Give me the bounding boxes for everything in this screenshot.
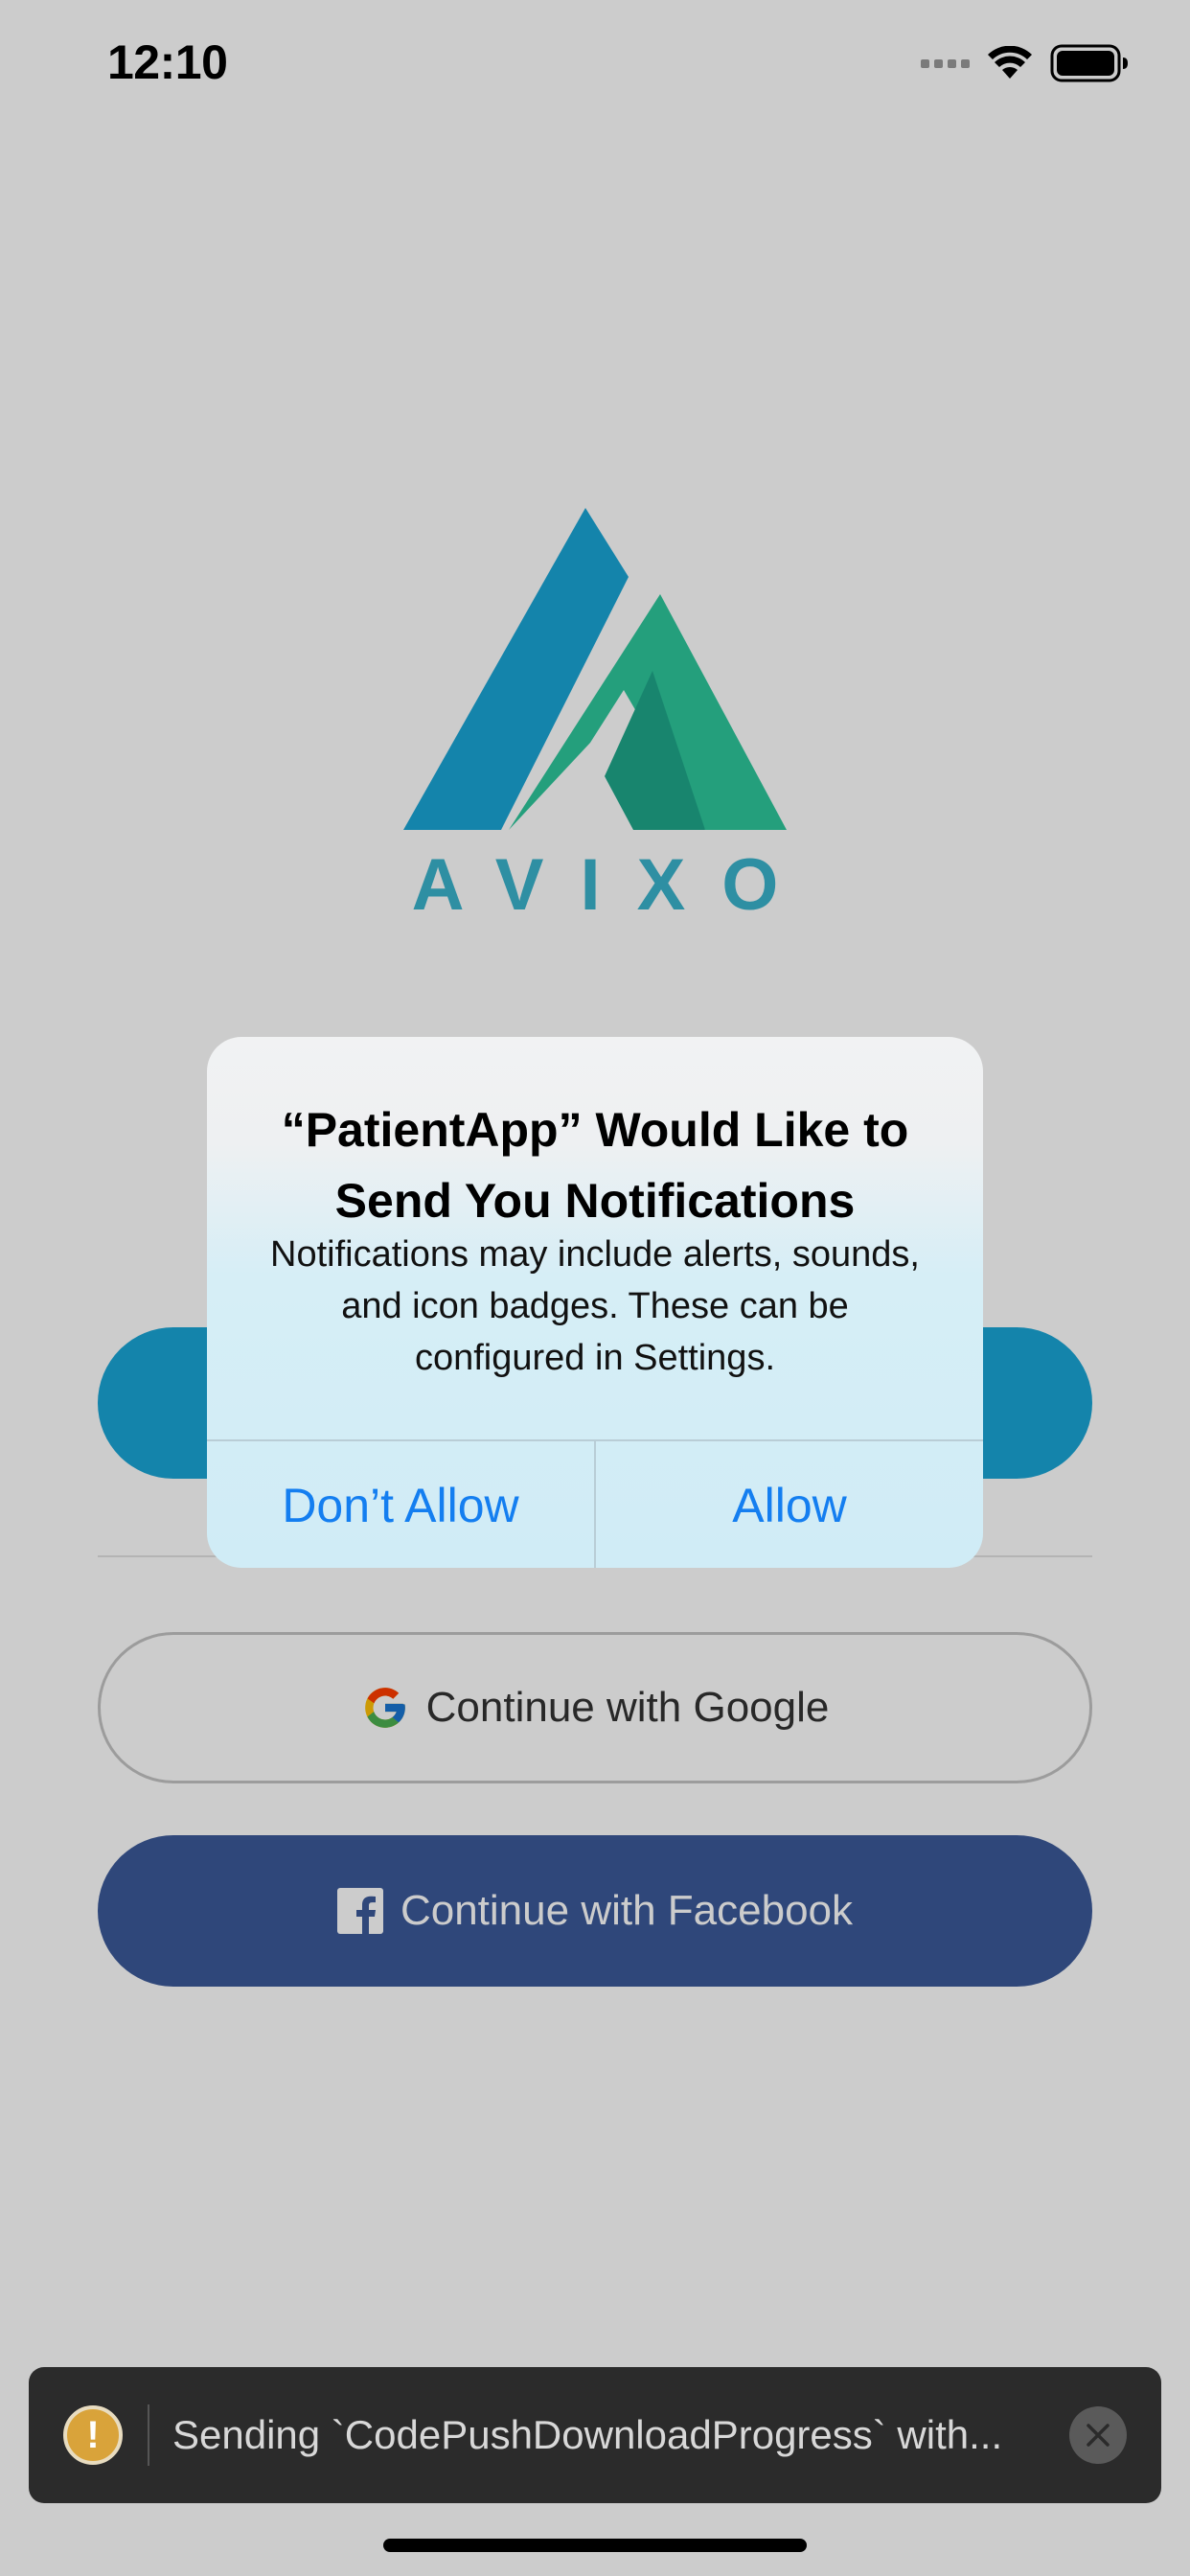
dont-allow-button[interactable]: Don’t Allow	[207, 1441, 594, 1568]
warning-icon: !	[63, 2405, 123, 2465]
alert-title: “PatientApp” Would Like to Send You Noti…	[281, 1103, 909, 1228]
home-indicator[interactable]	[383, 2539, 807, 2552]
toast-separator	[148, 2404, 149, 2466]
notification-permission-alert: “PatientApp” Would Like to Send You Noti…	[207, 1037, 983, 1568]
allow-button[interactable]: Allow	[594, 1441, 983, 1568]
alert-actions: Don’t Allow Allow	[207, 1439, 983, 1568]
close-icon[interactable]	[1069, 2406, 1127, 2464]
screen: 12:10 AVIXO Continue with Google Continu…	[0, 0, 1190, 2576]
toast-message: Sending `CodePushDownloadProgress` with.…	[172, 2412, 1003, 2457]
warning-toast[interactable]: ! Sending `CodePushDownloadProgress` wit…	[29, 2367, 1161, 2503]
alert-message: Notifications may include alerts, sounds…	[270, 1234, 920, 1378]
